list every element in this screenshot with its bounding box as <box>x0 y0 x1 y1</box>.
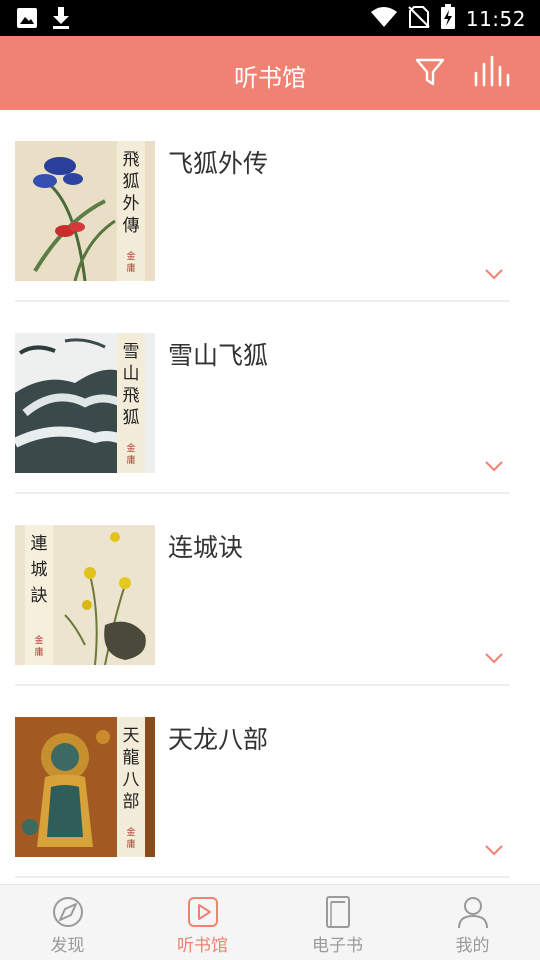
svg-text:飛: 飛 <box>123 150 140 170</box>
list-item[interactable]: 天 龍 八 部 金 庸 天龙八部 <box>0 686 540 878</box>
svg-text:訣: 訣 <box>31 586 48 606</box>
play-icon <box>186 895 220 929</box>
chevron-down-icon <box>482 843 506 862</box>
svg-text:八: 八 <box>123 770 140 790</box>
nav-label: 我的 <box>455 936 490 956</box>
svg-text:部: 部 <box>123 792 140 812</box>
svg-text:飛: 飛 <box>123 386 140 406</box>
divider <box>15 876 510 878</box>
stats-button[interactable] <box>472 54 512 94</box>
battery-charging-icon <box>440 4 456 34</box>
list-item[interactable]: 飛 狐 外 傳 金 庸 飞狐外传 <box>0 110 540 302</box>
app-header: 听书馆 <box>0 36 540 110</box>
filter-icon <box>414 56 446 92</box>
page-title: 听书馆 <box>234 64 306 92</box>
list-item[interactable]: 連 城 訣 金 庸 连城诀 <box>0 494 540 686</box>
status-bar: 11:52 <box>0 0 540 36</box>
svg-text:金: 金 <box>126 442 135 454</box>
nav-item-ebooks[interactable]: 电子书 <box>270 885 405 960</box>
svg-text:狐: 狐 <box>123 172 140 192</box>
chevron-down-icon <box>482 459 506 478</box>
book-cover[interactable]: 飛 狐 外 傳 金 庸 <box>15 141 155 281</box>
book-title[interactable]: 雪山飞狐 <box>168 336 268 372</box>
app-screen: 11:52 听书馆 飛 狐 外 傳 金 庸 飞狐外传 雪 山 飛 狐 金 庸 雪… <box>0 0 540 960</box>
ebook-icon <box>321 895 355 929</box>
book-title[interactable]: 连城诀 <box>168 528 243 564</box>
svg-text:狐: 狐 <box>123 408 140 428</box>
book-title[interactable]: 飞狐外传 <box>168 144 268 180</box>
nav-item-discover[interactable]: 发现 <box>0 885 135 960</box>
svg-text:傳: 傳 <box>123 216 140 236</box>
svg-text:庸: 庸 <box>34 646 43 658</box>
expand-button[interactable] <box>482 266 506 282</box>
svg-text:天: 天 <box>123 726 140 746</box>
expand-button[interactable] <box>482 842 506 858</box>
filter-button[interactable] <box>410 54 450 94</box>
svg-text:金: 金 <box>126 250 135 262</box>
svg-text:金: 金 <box>126 826 135 838</box>
no-sim-icon <box>408 5 430 33</box>
nav-label: 电子书 <box>312 936 363 956</box>
bottom-nav: 发现 听书馆 电子书 我的 <box>0 884 540 960</box>
nav-item-audiobooks[interactable]: 听书馆 <box>135 885 270 960</box>
chevron-down-icon <box>482 267 506 286</box>
list-item[interactable]: 雪 山 飛 狐 金 庸 雪山飞狐 <box>0 302 540 494</box>
expand-button[interactable] <box>482 458 506 474</box>
nav-item-profile[interactable]: 我的 <box>405 885 540 960</box>
svg-text:外: 外 <box>123 194 140 214</box>
compass-icon <box>51 895 85 929</box>
chevron-down-icon <box>482 651 506 670</box>
download-icon <box>50 6 72 34</box>
svg-text:雪: 雪 <box>123 342 140 362</box>
svg-text:連: 連 <box>31 534 48 554</box>
svg-text:庸: 庸 <box>126 454 135 466</box>
expand-button[interactable] <box>482 650 506 666</box>
book-list: 飛 狐 外 傳 金 庸 飞狐外传 雪 山 飛 狐 金 庸 雪山飞狐 連 城 訣 … <box>0 110 540 878</box>
image-icon <box>16 7 38 33</box>
nav-label: 发现 <box>50 936 85 956</box>
book-title[interactable]: 天龙八部 <box>168 720 268 756</box>
book-cover[interactable]: 天 龍 八 部 金 庸 <box>15 717 155 857</box>
svg-text:庸: 庸 <box>126 262 135 274</box>
svg-text:山: 山 <box>123 364 140 384</box>
svg-text:龍: 龍 <box>123 748 140 768</box>
wifi-icon <box>370 5 398 33</box>
clock: 11:52 <box>465 7 526 31</box>
user-icon <box>456 895 490 929</box>
bar-chart-icon <box>473 55 511 93</box>
svg-text:庸: 庸 <box>126 838 135 850</box>
svg-text:金: 金 <box>34 634 43 646</box>
svg-text:城: 城 <box>31 560 48 580</box>
nav-label: 听书馆 <box>177 936 228 956</box>
book-cover[interactable]: 雪 山 飛 狐 金 庸 <box>15 333 155 473</box>
book-cover[interactable]: 連 城 訣 金 庸 <box>15 525 155 665</box>
